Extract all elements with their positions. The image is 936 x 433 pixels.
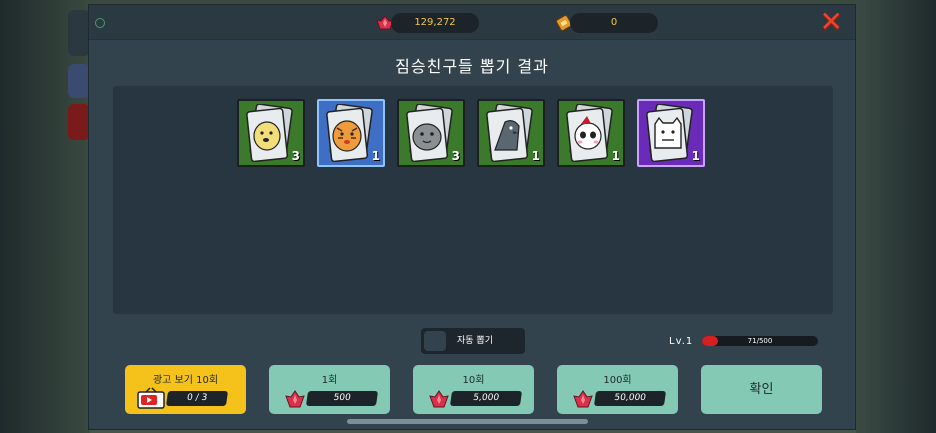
draw-result-dialog: 129,272 0 ✕ 짐승친구들 뽑기 결과 3 1 3 1 1 1 자동 뽑… bbox=[88, 4, 856, 430]
draw-100-button[interactable]: 100회 50,000 bbox=[557, 365, 678, 414]
tiger-card-icon bbox=[326, 104, 373, 162]
draw-10-button[interactable]: 10회 5,000 bbox=[413, 365, 534, 414]
side-menu-icon bbox=[68, 64, 90, 98]
draw-10-label: 10회 bbox=[462, 375, 485, 386]
result-card-penguin[interactable]: 1 bbox=[477, 99, 545, 167]
results-area: 3 1 3 1 1 1 bbox=[113, 86, 833, 314]
xp-progress-text: 71/500 bbox=[747, 337, 773, 345]
status-dot-icon bbox=[95, 18, 105, 28]
scrollbar[interactable] bbox=[347, 419, 588, 424]
watch-ad-label: 광고 보기 10회 bbox=[152, 375, 219, 386]
polar-bear-card-icon bbox=[646, 104, 693, 162]
ticket-balance: 0 bbox=[570, 13, 658, 33]
seal-card-icon bbox=[406, 104, 453, 162]
background-left bbox=[0, 0, 90, 433]
auto-draw-toggle[interactable]: 자동 뽑기 bbox=[421, 328, 525, 354]
card-count: 1 bbox=[371, 149, 380, 163]
draw-1-price: 500 bbox=[305, 391, 379, 406]
dialog-title: 짐승친구들 뽑기 결과 bbox=[395, 57, 549, 76]
card-count: 3 bbox=[451, 149, 460, 163]
gem-icon bbox=[573, 390, 593, 408]
card-count: 3 bbox=[291, 149, 300, 163]
result-card-tiger[interactable]: 1 bbox=[317, 99, 385, 167]
gem-icon bbox=[285, 390, 305, 408]
draw-1-label: 1회 bbox=[321, 375, 338, 386]
dog-card-icon bbox=[246, 104, 293, 162]
result-card-seal[interactable]: 3 bbox=[397, 99, 465, 167]
card-count: 1 bbox=[691, 149, 700, 163]
close-icon[interactable]: ✕ bbox=[820, 7, 843, 37]
result-card-dog[interactable]: 3 bbox=[237, 99, 305, 167]
confirm-button[interactable]: 확인 bbox=[701, 365, 822, 414]
ad-progress: 0 / 3 bbox=[165, 391, 229, 406]
auto-draw-label: 자동 뽑기 bbox=[457, 336, 493, 346]
watch-ad-button[interactable]: 광고 보기 10회 0 / 3 bbox=[125, 365, 246, 414]
result-card-panda[interactable]: 1 bbox=[557, 99, 625, 167]
card-count: 1 bbox=[611, 149, 620, 163]
draw-1-button[interactable]: 1회 500 bbox=[269, 365, 390, 414]
draw-100-label: 100회 bbox=[603, 375, 632, 386]
level-label: Lv.1 bbox=[669, 336, 694, 347]
side-menu-icon bbox=[68, 10, 90, 56]
confirm-label: 확인 bbox=[749, 382, 774, 397]
result-card-polar-bear[interactable]: 1 bbox=[637, 99, 705, 167]
penguin-card-icon bbox=[486, 104, 533, 162]
card-count: 1 bbox=[531, 149, 540, 163]
draw-100-price: 50,000 bbox=[593, 391, 667, 406]
auto-draw-checkbox[interactable] bbox=[424, 331, 446, 351]
xp-progress-bar: 71/500 bbox=[702, 336, 818, 346]
background-right bbox=[856, 0, 936, 433]
gem-balance: 129,272 bbox=[391, 13, 479, 33]
currency-bar: 129,272 0 ✕ bbox=[89, 5, 855, 40]
panda-card-icon bbox=[566, 104, 613, 162]
draw-10-price: 5,000 bbox=[449, 391, 523, 406]
tv-play-icon bbox=[137, 387, 165, 409]
side-menu-icon bbox=[68, 104, 90, 140]
gem-icon bbox=[429, 390, 449, 408]
